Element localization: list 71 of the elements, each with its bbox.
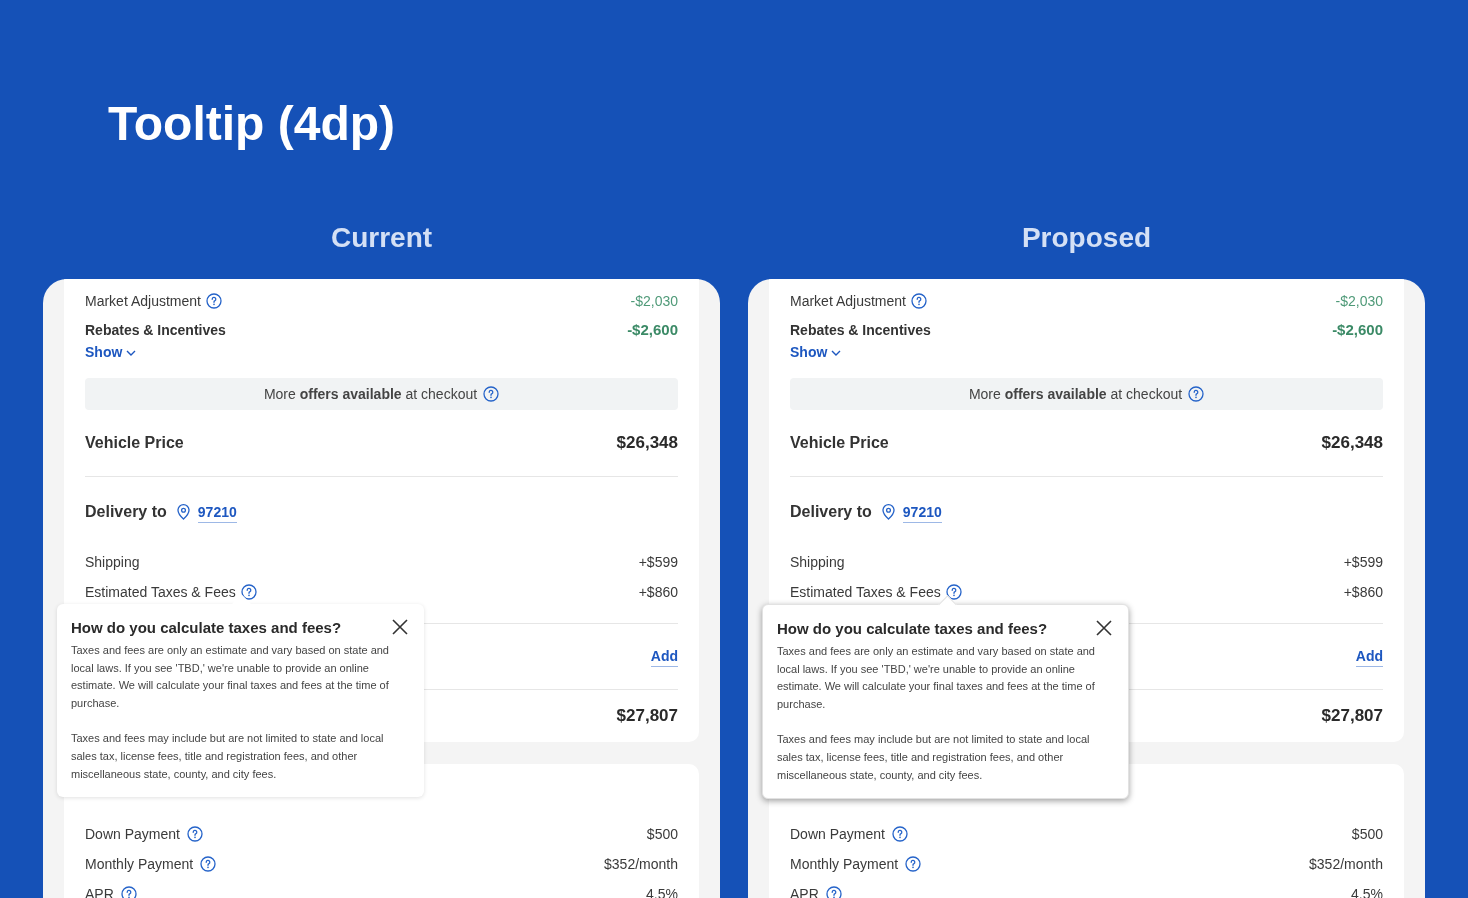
row-value: +$860	[638, 582, 678, 602]
row-label: Vehicle Price	[85, 433, 184, 453]
help-icon[interactable]	[825, 886, 842, 898]
row-value: +$599	[1343, 552, 1383, 572]
help-icon[interactable]	[945, 584, 962, 600]
row-value: +$860	[1343, 582, 1383, 602]
row-label: Down Payment	[85, 824, 180, 844]
add-link[interactable]: Add	[650, 646, 678, 667]
help-icon[interactable]	[205, 293, 222, 309]
help-icon[interactable]	[910, 293, 927, 309]
row-value: -$2,600	[627, 319, 678, 340]
help-icon[interactable]	[1188, 386, 1205, 402]
tooltip-title: How do you calculate taxes and fees?	[777, 619, 1048, 639]
close-icon[interactable]	[392, 619, 408, 635]
help-icon[interactable]	[891, 826, 908, 842]
row-value: -$2,030	[1335, 291, 1383, 311]
show-toggle[interactable]: Show	[85, 342, 137, 363]
add-link[interactable]: Add	[1355, 646, 1383, 667]
total-value: $27,807	[1321, 705, 1383, 728]
row-label: Vehicle Price	[790, 433, 889, 453]
row-value: +$599	[638, 552, 678, 572]
row-value: -$2,600	[1332, 319, 1383, 340]
help-icon[interactable]	[240, 584, 257, 600]
row-label: Rebates & Incentives	[790, 320, 931, 340]
row-label: APR	[790, 884, 819, 898]
row-value: $352/month	[604, 854, 678, 874]
row-label: Estimated Taxes & Fees	[85, 582, 236, 602]
close-icon[interactable]	[1096, 620, 1112, 636]
row-label: Monthly Payment	[790, 854, 899, 874]
row-value: $26,348	[1321, 432, 1383, 455]
row-label: Delivery to	[85, 502, 167, 522]
total-value: $27,807	[616, 705, 678, 728]
row-label: Shipping	[790, 552, 845, 572]
row-value: -$2,030	[630, 291, 678, 311]
zip-code-link[interactable]: 97210	[902, 501, 942, 523]
page-title: Tooltip (4dp)	[108, 96, 396, 152]
tooltip-title: How do you calculate taxes and fees?	[71, 618, 342, 638]
row-label: Down Payment	[790, 824, 885, 844]
row-value: $352/month	[1309, 854, 1383, 874]
row-label: APR	[85, 884, 114, 898]
row-value: 4.5%	[646, 884, 678, 898]
offers-text: More offers available at checkout	[968, 384, 1183, 404]
column-heading: Current	[329, 221, 434, 255]
row-value: $500	[1351, 824, 1383, 844]
tooltip-text: Taxes and fees may include but are not limited to state and local sales tax, license fees, title and registration fees, and other miscellaneous state, county, and city fees.	[777, 732, 1091, 783]
row-label: Monthly Payment	[85, 854, 194, 874]
offers-text: More offers available at checkout	[263, 384, 478, 404]
chevron-down-icon	[126, 349, 137, 356]
location-pin-icon	[176, 504, 190, 520]
help-icon[interactable]	[186, 826, 203, 842]
row-label: Rebates & Incentives	[85, 320, 226, 340]
row-value: 4.5%	[1351, 884, 1383, 898]
row-label: Delivery to	[790, 502, 872, 522]
location-pin-icon	[881, 504, 895, 520]
row-label: Shipping	[85, 552, 140, 572]
help-icon[interactable]	[905, 856, 922, 872]
row-label: Market Adjustment	[790, 291, 906, 311]
tooltip-text: Taxes and fees may include but are not limited to state and local sales tax, license fees, title and registration fees, and other miscellaneous state, county, and city fees.	[71, 731, 385, 782]
zip-code-link[interactable]: 97210	[197, 501, 237, 523]
column-heading: Proposed	[1020, 221, 1153, 255]
row-value: $500	[646, 824, 678, 844]
tooltip-text: Taxes and fees are only an estimate and vary based on state and local laws. If you see 'TBD,' we're unable to provide an online estimate. We will calculate your final taxes and fees at the time of purchase.	[71, 643, 390, 711]
chevron-down-icon	[831, 349, 842, 356]
tooltip-text: Taxes and fees are only an estimate and vary based on state and local laws. If you see 'TBD,' we're unable to provide an online estimate. We will calculate your final taxes and fees at the time of purchase.	[777, 644, 1096, 712]
show-toggle[interactable]: Show	[790, 342, 842, 363]
row-label: Market Adjustment	[85, 291, 201, 311]
row-value: $26,348	[616, 432, 678, 455]
help-icon[interactable]	[120, 886, 137, 898]
help-icon[interactable]	[200, 856, 217, 872]
help-icon[interactable]	[483, 386, 500, 402]
row-label: Estimated Taxes & Fees	[790, 582, 941, 602]
